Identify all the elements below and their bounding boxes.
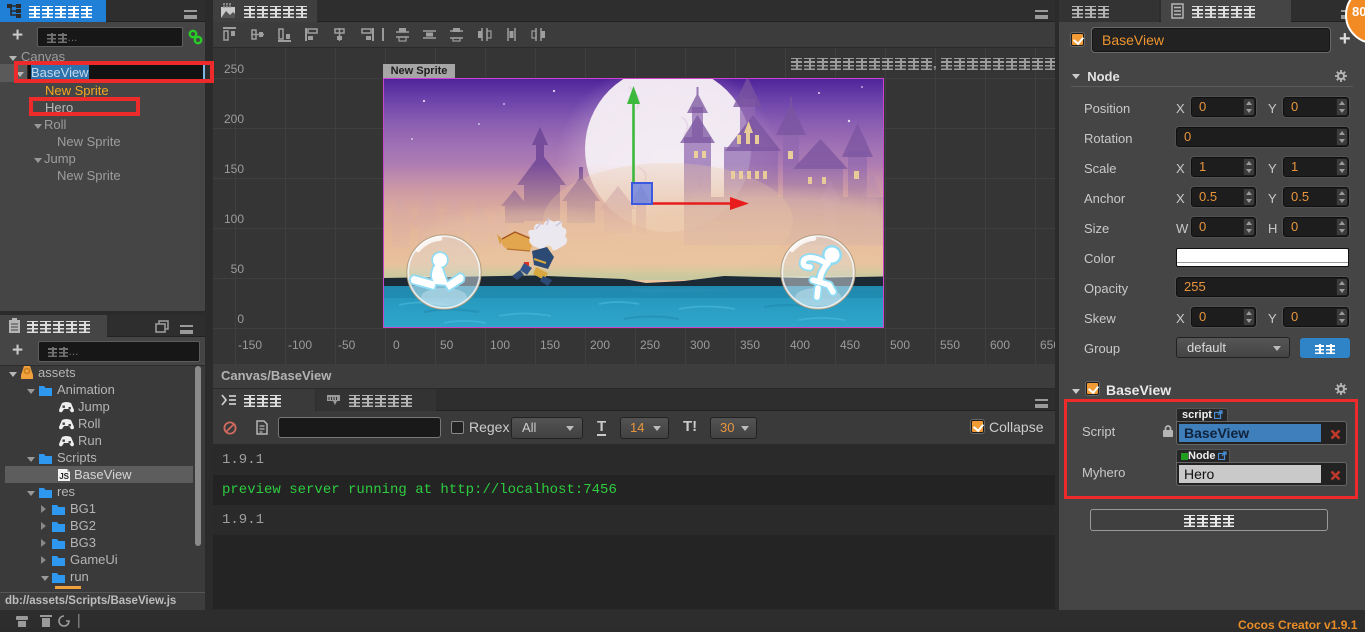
svg-text:JS: JS (59, 472, 69, 481)
